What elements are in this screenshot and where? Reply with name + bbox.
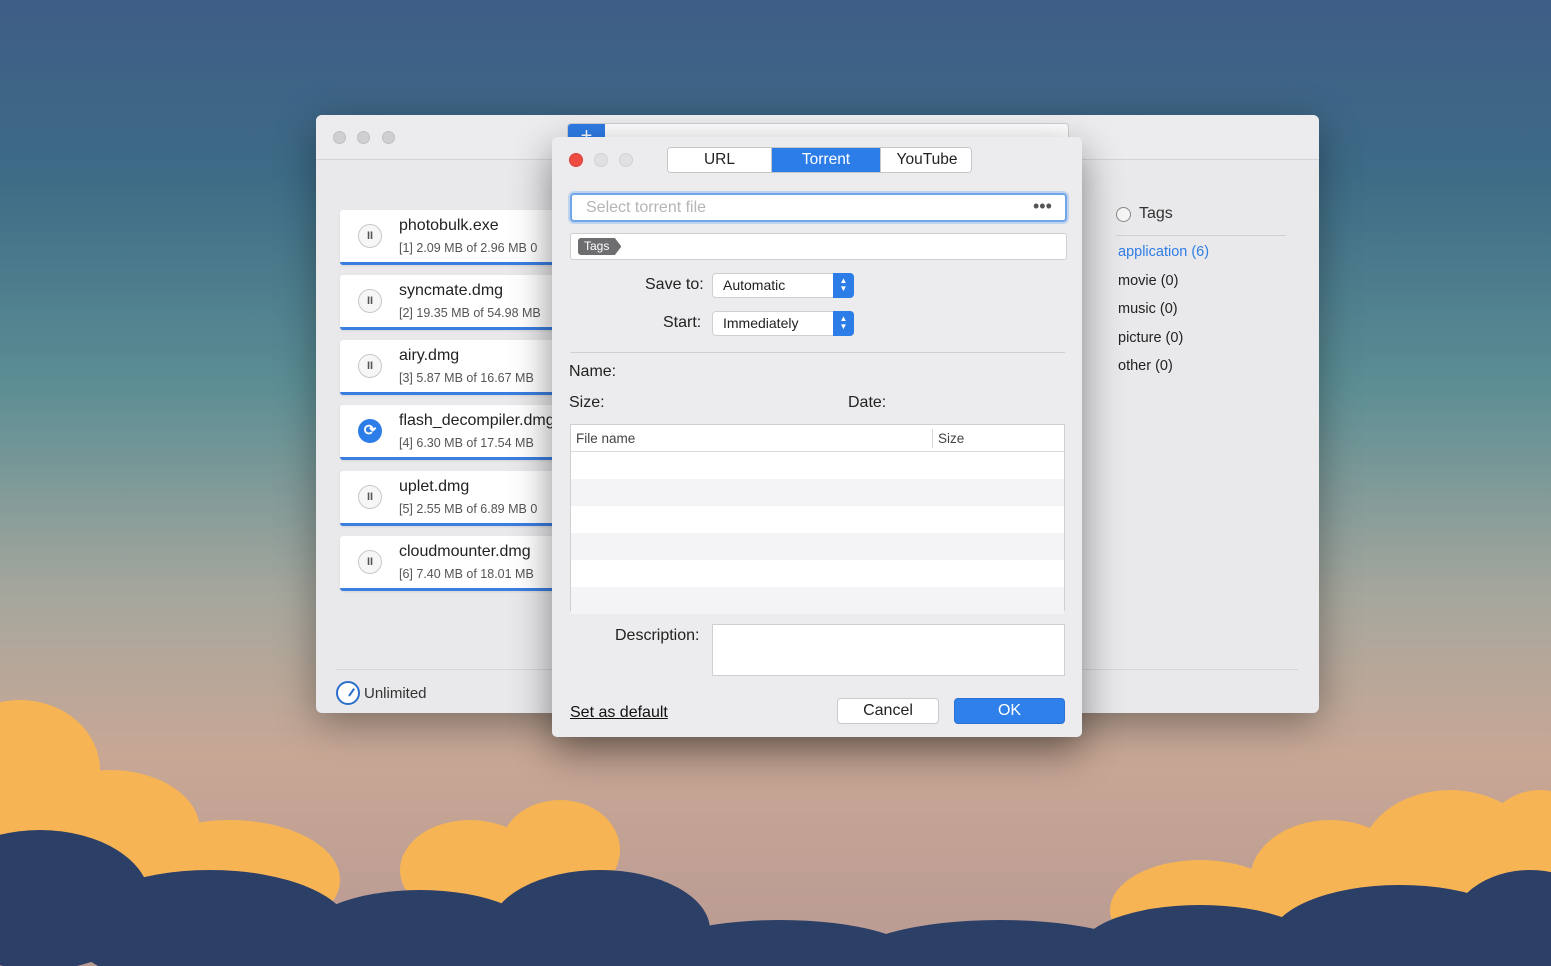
download-name: uplet.dmg: [399, 478, 470, 495]
download-name: airy.dmg: [399, 347, 460, 364]
torrent-file-input[interactable]: [570, 193, 1067, 222]
name-label: Name:: [569, 363, 617, 380]
tags-field[interactable]: Tags: [570, 233, 1067, 260]
table-row: [571, 479, 1064, 506]
table-row: [571, 560, 1064, 587]
download-name: flash_decompiler.dmg: [399, 412, 555, 429]
tags-title: Tags: [1139, 205, 1173, 222]
tag-item-music[interactable]: music (0): [1116, 295, 1286, 324]
table-row: [571, 587, 1064, 614]
chevron-updown-icon: ▲ ▼: [833, 311, 854, 336]
table-row: [571, 452, 1064, 479]
download-item[interactable]: II cloudmounter.dmg [6] 7.40 MB of 18.01…: [340, 536, 570, 591]
speed-limit-control[interactable]: Unlimited: [336, 680, 427, 706]
tag-item-application[interactable]: application (6): [1116, 238, 1286, 267]
download-name: photobulk.exe: [399, 217, 499, 234]
chevron-updown-icon: ▲ ▼: [833, 273, 854, 298]
description-field[interactable]: [712, 624, 1065, 676]
column-header-file-name[interactable]: File name: [576, 431, 635, 446]
refresh-icon[interactable]: ⟳: [358, 419, 382, 443]
zoom-window-button[interactable]: [382, 131, 395, 144]
pause-icon[interactable]: II: [358, 485, 382, 509]
download-name: cloudmounter.dmg: [399, 543, 531, 560]
form-divider: [570, 352, 1065, 353]
save-to-select[interactable]: Automatic ▲ ▼: [712, 273, 854, 298]
start-select[interactable]: Immediately ▲ ▼: [712, 311, 854, 336]
start-value: Immediately: [723, 315, 799, 331]
tag-item-movie[interactable]: movie (0): [1116, 267, 1286, 296]
table-row: [571, 506, 1064, 533]
pause-icon[interactable]: II: [358, 354, 382, 378]
source-tabs: URL Torrent YouTube: [667, 147, 972, 173]
download-name: syncmate.dmg: [399, 282, 504, 299]
file-table-header: File name Size: [571, 425, 1064, 452]
download-info: [4] 6.30 MB of 17.54 MB: [399, 436, 534, 450]
size-label: Size:: [569, 394, 605, 411]
description-label: Description:: [615, 627, 700, 644]
close-window-button[interactable]: [333, 131, 346, 144]
tab-youtube[interactable]: YouTube: [881, 148, 971, 172]
minimize-window-button[interactable]: [357, 131, 370, 144]
dialog-minimize-button[interactable]: [594, 153, 608, 167]
table-row: [571, 533, 1064, 560]
download-item[interactable]: II uplet.dmg [5] 2.55 MB of 6.89 MB 0: [340, 471, 570, 526]
download-item[interactable]: II photobulk.exe [1] 2.09 MB of 2.96 MB …: [340, 210, 570, 265]
tags-panel: Tags application (6) movie (0) music (0)…: [1116, 203, 1286, 381]
tags-header: Tags: [1116, 203, 1286, 236]
start-label: Start:: [663, 314, 702, 331]
download-info: [3] 5.87 MB of 16.67 MB: [399, 371, 534, 385]
download-info: [2] 19.35 MB of 54.98 MB: [399, 306, 541, 320]
tab-url[interactable]: URL: [668, 148, 772, 172]
download-info: [5] 2.55 MB of 6.89 MB 0: [399, 502, 538, 516]
tags-radio[interactable]: [1116, 206, 1131, 222]
column-separator: [932, 429, 933, 448]
pause-icon[interactable]: II: [358, 224, 382, 248]
save-to-value: Automatic: [723, 277, 786, 293]
download-item[interactable]: II syncmate.dmg [2] 19.35 MB of 54.98 MB: [340, 275, 570, 330]
tag-item-picture[interactable]: picture (0): [1116, 324, 1286, 353]
download-info: [6] 7.40 MB of 18.01 MB: [399, 567, 534, 581]
file-table[interactable]: File name Size: [570, 424, 1065, 614]
ok-button[interactable]: OK: [954, 698, 1065, 724]
tab-torrent[interactable]: Torrent: [772, 148, 881, 172]
dialog-zoom-button[interactable]: [619, 153, 633, 167]
speedometer-icon[interactable]: [336, 681, 360, 705]
download-info: [1] 2.09 MB of 2.96 MB 0: [399, 241, 538, 255]
pause-icon[interactable]: II: [358, 550, 382, 574]
save-to-label: Save to:: [645, 276, 704, 293]
set-as-default-link[interactable]: Set as default: [570, 704, 668, 722]
dialog-close-button[interactable]: [569, 153, 583, 167]
download-item[interactable]: II airy.dmg [3] 5.87 MB of 16.67 MB: [340, 340, 570, 395]
download-item[interactable]: ⟳ flash_decompiler.dmg [4] 6.30 MB of 17…: [340, 405, 570, 460]
tag-item-other[interactable]: other (0): [1116, 352, 1286, 381]
browse-icon[interactable]: •••: [1033, 197, 1052, 215]
tags-chip: Tags: [578, 238, 622, 255]
pause-icon[interactable]: II: [358, 289, 382, 313]
column-header-size[interactable]: Size: [938, 431, 964, 446]
speed-limit-label: Unlimited: [364, 684, 427, 702]
cancel-button[interactable]: Cancel: [837, 698, 939, 724]
add-download-dialog: URL Torrent YouTube ••• Tags Save to: Au…: [552, 137, 1082, 737]
date-label: Date:: [848, 394, 887, 411]
